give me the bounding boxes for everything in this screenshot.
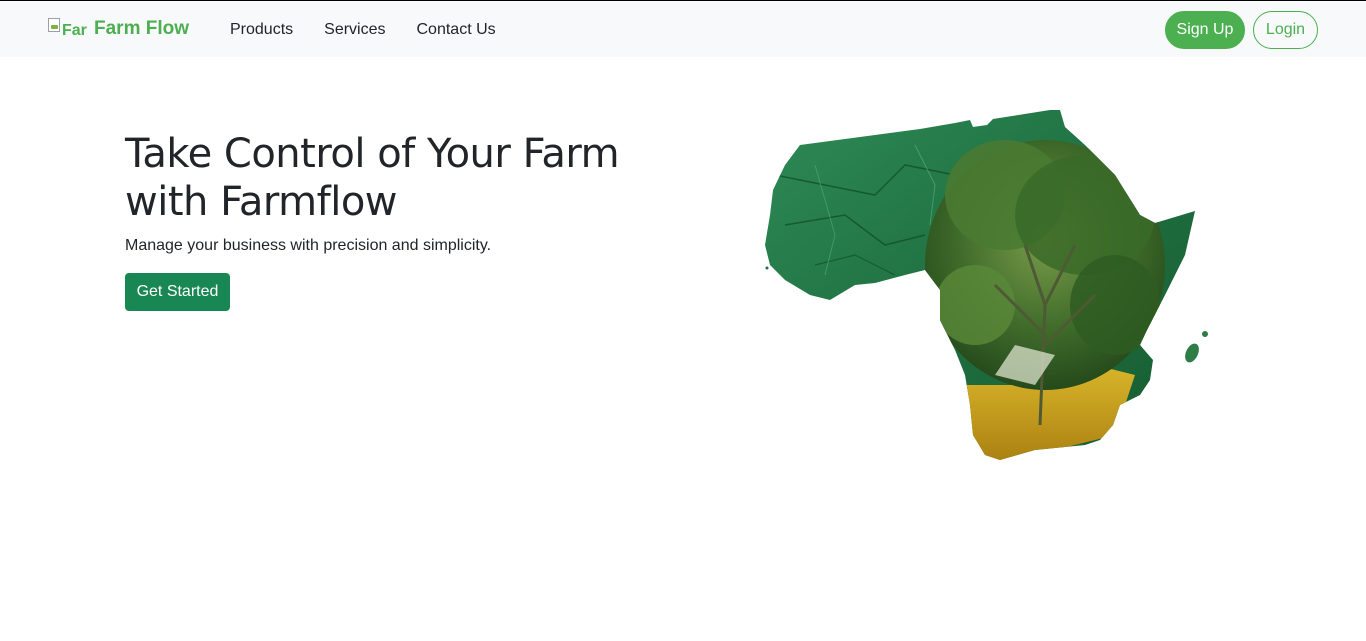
brand[interactable]: Farm Flow Logo Farm Flow	[48, 15, 189, 43]
login-button[interactable]: Login	[1253, 11, 1318, 49]
nav-links: Products Services Contact Us	[230, 20, 496, 40]
hero-title: Take Control of Your Farm with Farmflow	[125, 131, 620, 225]
logo-image[interactable]: Farm Flow Logo	[48, 17, 88, 41]
broken-image-icon	[48, 18, 60, 32]
africa-map-image	[755, 105, 1215, 467]
nav-link-contact-us[interactable]: Contact Us	[417, 20, 496, 40]
nav-link-products[interactable]: Products	[230, 20, 293, 40]
hero-subtitle: Manage your business with precision and …	[125, 237, 492, 254]
brand-name[interactable]: Farm Flow	[94, 15, 189, 43]
nav-link-services[interactable]: Services	[324, 20, 385, 40]
logo-alt-text: Farm Flow Logo	[62, 22, 88, 39]
navbar: Farm Flow Logo Farm Flow Products Servic…	[0, 0, 1366, 57]
get-started-button[interactable]: Get Started	[125, 273, 230, 311]
africa-map-forest-icon	[765, 110, 1208, 460]
sign-up-button[interactable]: Sign Up	[1165, 11, 1245, 49]
